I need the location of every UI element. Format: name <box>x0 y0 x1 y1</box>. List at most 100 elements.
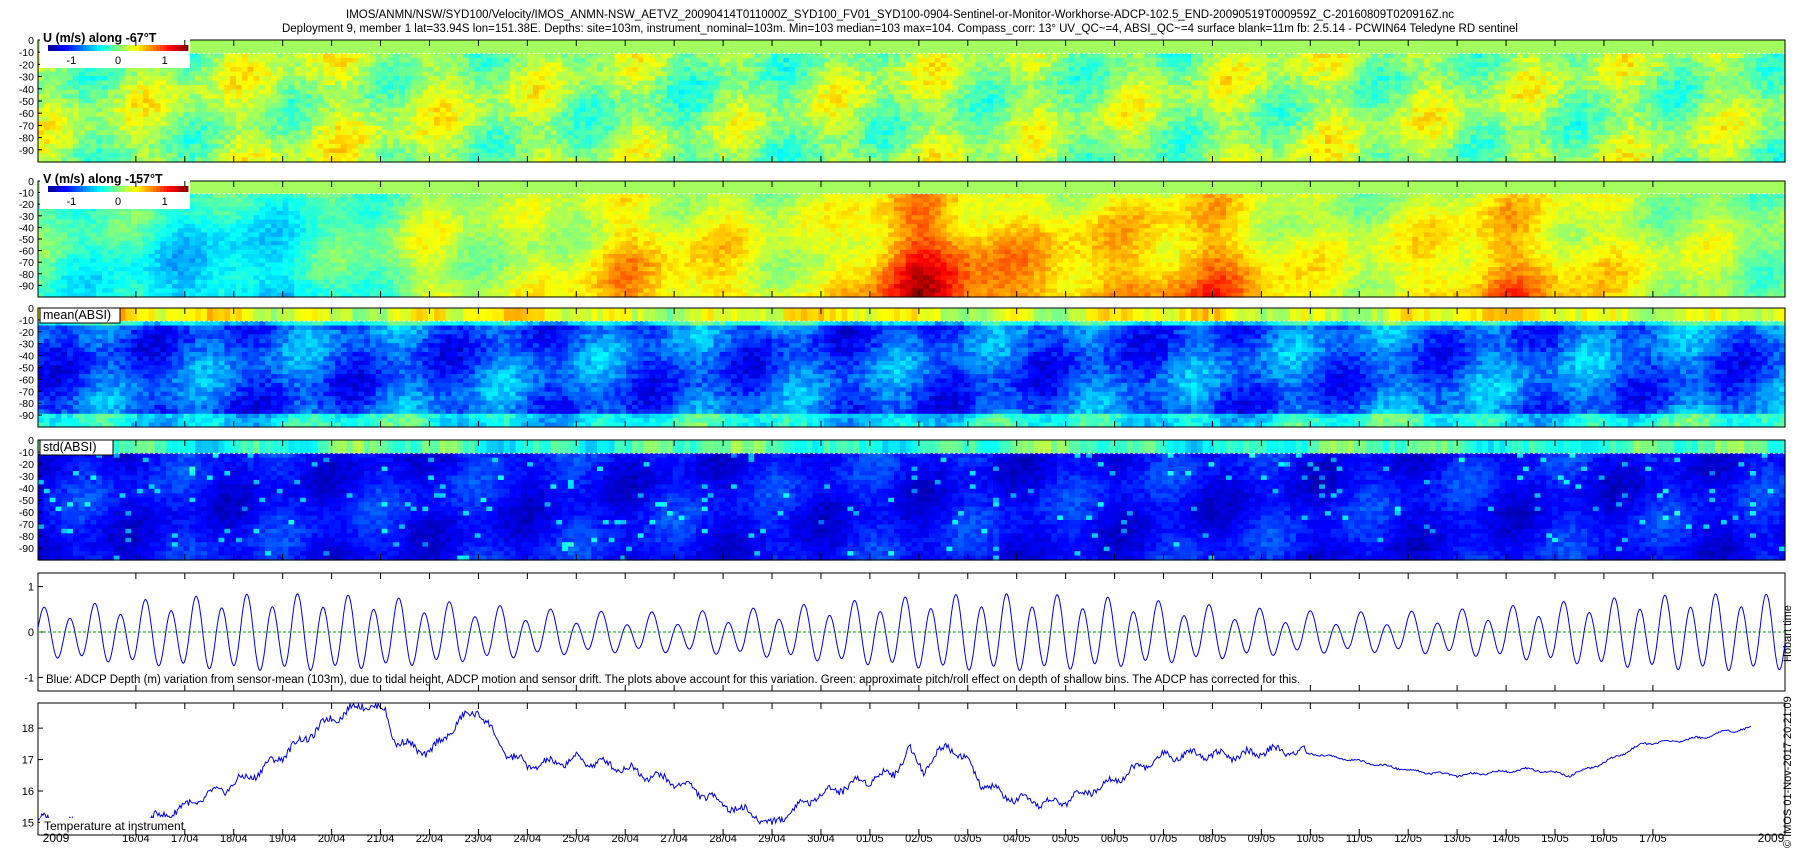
heatmap-cell <box>125 80 132 86</box>
heatmap-cell <box>550 85 557 91</box>
heatmap-cell <box>305 139 313 145</box>
heatmap-cell <box>160 139 167 145</box>
heatmap-cell <box>818 103 825 109</box>
heatmap-cell <box>160 112 167 118</box>
heatmap-cell <box>1243 130 1250 136</box>
heatmap-cell <box>1045 62 1052 68</box>
heatmap-cell <box>1167 71 1175 77</box>
heatmap-cell <box>90 143 97 150</box>
heatmap-cell <box>358 89 365 95</box>
heatmap-cell <box>509 148 517 154</box>
heatmap-cell <box>352 152 359 159</box>
heatmap-cell <box>894 66 901 73</box>
heatmap-cell <box>253 112 260 118</box>
heatmap-cell <box>381 62 388 68</box>
heatmap-cell <box>899 71 907 77</box>
heatmap-cell <box>818 116 825 122</box>
heatmap-cell <box>655 85 662 91</box>
heatmap-cell <box>1144 66 1151 73</box>
heatmap-cell <box>1220 76 1227 82</box>
heatmap-cell <box>1220 57 1227 64</box>
heatmap-cell <box>934 130 942 136</box>
heatmap-cell <box>928 148 936 154</box>
heatmap-cell <box>777 125 784 131</box>
heatmap-cell <box>445 85 453 91</box>
heatmap-cell <box>201 130 208 136</box>
heatmap-cell <box>521 116 528 122</box>
heatmap-cell <box>981 139 988 145</box>
heatmap-cell <box>218 148 225 154</box>
heatmap-cell <box>1144 107 1151 113</box>
heatmap-cell <box>940 143 948 150</box>
heatmap-cell <box>1045 134 1052 140</box>
heatmap-cell <box>1156 112 1163 118</box>
heatmap-cell <box>439 53 447 59</box>
heatmap-cell <box>783 89 790 95</box>
heatmap-cell <box>1196 107 1204 113</box>
heatmap-cell <box>998 107 1006 113</box>
heatmap-cell <box>1150 130 1157 136</box>
heatmap-cell <box>969 94 977 100</box>
heatmap-cell <box>230 94 237 100</box>
heatmap-cell <box>1225 66 1233 73</box>
heatmap-cell <box>532 134 540 140</box>
heatmap-cell <box>1103 62 1111 68</box>
heatmap-cell <box>329 139 336 145</box>
heatmap-cell <box>1010 125 1017 131</box>
heatmap-cell <box>905 116 913 122</box>
heatmap-cell <box>736 134 744 140</box>
heatmap-cell <box>445 107 453 113</box>
heatmap-cell <box>829 85 837 91</box>
heatmap-cell <box>439 98 447 104</box>
heatmap-cell <box>1167 152 1175 159</box>
heatmap-cell <box>276 98 284 104</box>
heatmap-cell <box>742 66 750 73</box>
heatmap-cell <box>631 62 639 68</box>
heatmap-cell <box>550 125 557 131</box>
heatmap-cell <box>195 121 202 127</box>
heatmap-cell <box>1121 85 1128 91</box>
heatmap-cell <box>853 152 860 159</box>
heatmap-cell <box>142 98 150 104</box>
heatmap-cell <box>439 57 447 64</box>
heatmap-cell <box>195 125 202 131</box>
heatmap-cell <box>521 62 528 68</box>
heatmap-cell <box>911 152 918 159</box>
heatmap-cell <box>259 76 266 82</box>
heatmap-cell <box>923 94 930 100</box>
heatmap-cell <box>72 125 80 131</box>
heatmap-cell <box>369 94 377 100</box>
heatmap-cell <box>131 103 138 109</box>
heatmap-cell <box>1080 71 1087 77</box>
heatmap-cell <box>1144 125 1151 131</box>
heatmap-cell <box>183 94 191 100</box>
heatmap-cell <box>1057 71 1064 77</box>
heatmap-cell <box>800 76 808 82</box>
heatmap-cell <box>701 116 709 122</box>
heatmap-cell <box>859 76 866 82</box>
heatmap-cell <box>684 57 691 64</box>
heatmap-cell <box>375 116 383 122</box>
heatmap-cell <box>451 98 458 104</box>
heatmap-cell <box>468 62 476 68</box>
heatmap-cell <box>597 53 604 59</box>
heatmap-cell <box>346 107 354 113</box>
heatmap-cell <box>119 80 126 86</box>
heatmap-cell <box>515 139 522 145</box>
heatmap-cell <box>1074 130 1081 136</box>
heatmap-cell <box>457 139 464 145</box>
heatmap-cell <box>1097 116 1105 122</box>
heatmap-cell <box>142 143 150 150</box>
heatmap-cell <box>1126 98 1134 104</box>
heatmap-cell <box>713 107 720 113</box>
heatmap-cell <box>364 125 371 131</box>
heatmap-cell <box>369 89 377 95</box>
heatmap-cell <box>998 71 1006 77</box>
heatmap-cell <box>224 53 231 59</box>
heatmap-cell <box>72 85 80 91</box>
heatmap-cell <box>981 121 988 127</box>
heatmap-cell <box>544 85 552 91</box>
heatmap-cell <box>113 152 121 159</box>
heatmap-cell <box>1045 98 1052 104</box>
heatmap-cell <box>800 62 808 68</box>
